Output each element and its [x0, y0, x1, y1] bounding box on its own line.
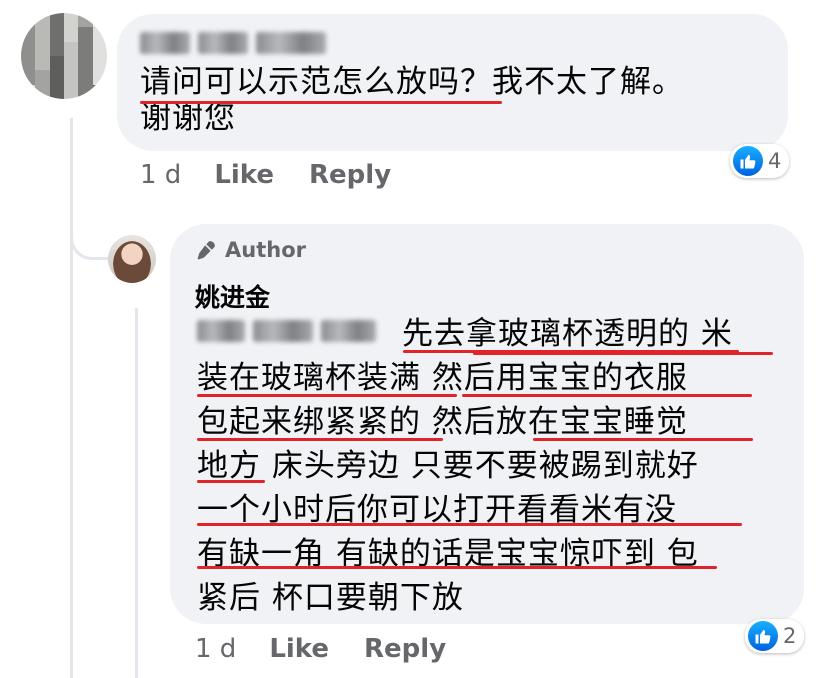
red-underline-annotation: [197, 480, 265, 483]
reaction-count: 2: [783, 624, 797, 648]
red-underline-annotation: [533, 438, 753, 441]
commenter-avatar[interactable]: [21, 13, 107, 99]
reply-author-name[interactable]: 姚进金: [195, 278, 270, 314]
comment-text-line: 请问可以示范怎么放吗？我不太了解。: [140, 64, 684, 100]
pixelated-avatar-image: [21, 13, 107, 99]
reply-text: 先去拿玻璃杯透明的 米 装在玻璃杯装满 然后用宝宝的衣服 包起来绑紧紧的 然后放…: [197, 312, 787, 620]
red-underline-annotation: [197, 566, 717, 569]
reply-button[interactable]: Reply: [309, 160, 391, 190]
microphone-icon: [197, 241, 215, 260]
red-underline-annotation: [197, 523, 742, 526]
red-underline-annotation: [140, 101, 502, 104]
reply-text-line: 先去拿玻璃杯透明的 米: [402, 316, 733, 352]
reply-connector: [70, 200, 110, 260]
commenter-name-redacted[interactable]: [140, 32, 326, 54]
like-icon: [748, 621, 778, 651]
reply-button[interactable]: Reply: [364, 634, 446, 664]
red-underline-annotation: [462, 394, 752, 397]
reply-actions: 1 d Like Reply: [195, 634, 481, 664]
reply-text-line: 有缺一角 有缺的话是宝宝惊吓到 包: [197, 536, 699, 572]
author-avatar[interactable]: [108, 235, 156, 283]
red-underline-annotation: [197, 438, 443, 441]
like-button[interactable]: Like: [269, 634, 329, 664]
reply-timestamp[interactable]: 1 d: [195, 634, 236, 664]
reply-thread-line: [135, 308, 138, 678]
reaction-summary[interactable]: 2: [745, 619, 805, 653]
comment-actions: 1 d Like Reply: [140, 160, 426, 190]
reaction-count: 4: [768, 149, 782, 173]
red-underline-annotation: [473, 352, 773, 355]
comment-timestamp[interactable]: 1 d: [140, 160, 181, 190]
reaction-summary[interactable]: 4: [730, 144, 790, 178]
like-icon: [733, 146, 763, 176]
reply-text-line: 紧后 杯口要朝下放: [197, 580, 464, 616]
comment-text: 请问可以示范怎么放吗？我不太了解。 谢谢您: [140, 64, 780, 136]
red-underline-annotation: [197, 394, 457, 397]
reply-text-line: 地方 床头旁边 只要不要被踢到就好: [197, 448, 699, 484]
like-button[interactable]: Like: [214, 160, 274, 190]
author-badge-label: Author: [225, 238, 306, 262]
comment-text-line: 谢谢您: [140, 100, 236, 136]
author-badge: Author: [195, 238, 306, 262]
